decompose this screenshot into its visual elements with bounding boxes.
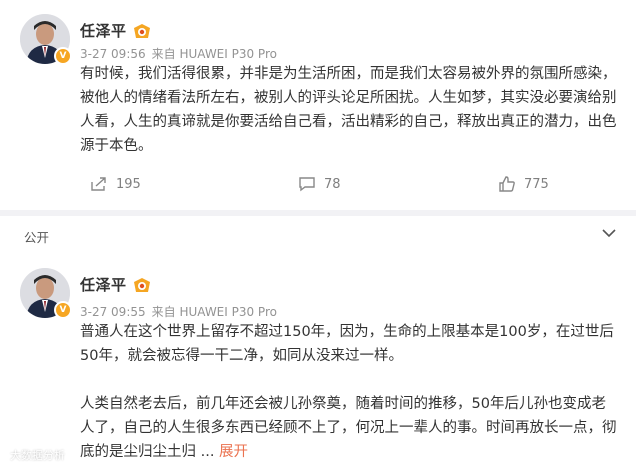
content-paragraph-truncated: 人类自然老去后，前几年还会被儿孙祭奠，随着时间的推移，50年后儿孙也变成老人了，… <box>80 392 620 464</box>
visibility-label: 公开 <box>24 230 50 245</box>
post-content: 有时候，我们活得很累，并非是为生活所困，而是我们太容易被外界的氛围所感染，被他人… <box>80 62 620 158</box>
repost-icon <box>91 177 106 191</box>
verified-badge-icon: V <box>54 47 72 65</box>
like-count: 775 <box>524 176 549 192</box>
author-name[interactable]: 任泽平 <box>80 274 127 295</box>
avatar[interactable]: V <box>20 268 72 319</box>
post-meta: 3-27 09:56 来自 HUAWEI P30 Pro <box>80 45 277 62</box>
post-content: 普通人在这个世界上留存不超过150年，因为，生命的上限基本是100岁，在过世后5… <box>80 320 620 464</box>
content-text: 人类自然老去后，前几年还会被儿孙祭奠，随着时间的推移，50年后儿孙也变成老人了，… <box>80 396 617 460</box>
post-source: 来自 HUAWEI P30 Pro <box>151 47 277 61</box>
author-row: 任泽平 <box>80 274 151 295</box>
post-time[interactable]: 3-27 09:55 <box>80 305 146 319</box>
level-badge-icon <box>133 23 150 38</box>
expand-link[interactable]: 展开 <box>219 444 248 460</box>
weibo-post: V 任泽平 3-27 09:55 来自 HUAWEI P30 Pro 普通人在这个… <box>0 258 636 469</box>
watermark: 大数据分析 <box>10 449 65 462</box>
repost-button[interactable]: 195 <box>90 176 141 192</box>
like-icon <box>499 176 515 192</box>
author-name[interactable]: 任泽平 <box>80 20 127 41</box>
visibility-row: 公开 <box>0 216 636 254</box>
action-bar: 195 78 775 <box>0 172 636 202</box>
comment-icon <box>299 177 315 192</box>
post-time[interactable]: 3-27 09:56 <box>80 47 146 61</box>
avatar[interactable]: V <box>20 14 72 65</box>
level-badge-icon <box>133 277 150 292</box>
ellipsis: ... <box>196 444 220 460</box>
post-source: 来自 HUAWEI P30 Pro <box>151 305 277 319</box>
verified-badge-icon: V <box>54 301 72 319</box>
content-paragraph: 普通人在这个世界上留存不超过150年，因为，生命的上限基本是100岁，在过世后5… <box>80 324 614 364</box>
like-button[interactable]: 775 <box>498 176 549 192</box>
content-paragraph: 有时候，我们活得很累，并非是为生活所困，而是我们太容易被外界的氛围所感染，被他人… <box>80 66 617 154</box>
repost-count: 195 <box>116 176 141 192</box>
comment-count: 78 <box>324 176 341 192</box>
chevron-down-icon[interactable] <box>602 228 616 238</box>
weibo-post: V 任泽平 3-27 09:56 来自 HUAWEI P30 Pro 有时候，我们… <box>0 0 636 210</box>
post-meta: 3-27 09:55 来自 HUAWEI P30 Pro <box>80 303 277 320</box>
author-row: 任泽平 <box>80 20 151 41</box>
comment-button[interactable]: 78 <box>298 176 341 192</box>
